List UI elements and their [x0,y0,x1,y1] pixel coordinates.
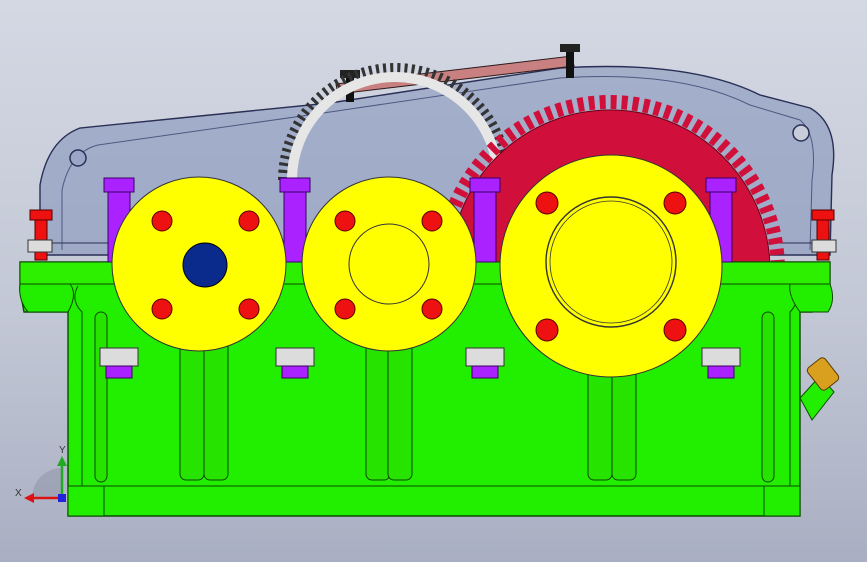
flange-nut [465,347,505,379]
inspection-screw-icon [566,52,574,78]
rib [203,339,229,481]
lifting-hole-icon [792,124,810,142]
side-nut [27,239,53,253]
cap-bolt-icon [334,298,356,320]
housing-foot [763,485,801,517]
cap-bolt-icon [334,210,356,232]
rib [761,311,775,483]
oil-plug[interactable] [799,356,840,421]
bearing-cap-intermediate[interactable] [301,176,477,352]
x-axis-label: X [15,488,22,499]
side-nut [811,239,837,253]
bearing-cap-input[interactable] [111,176,287,352]
y-axis-label: Y [59,445,66,456]
cap-bolt-icon [421,298,443,320]
bearing-cap-body [499,154,723,378]
housing-foot [67,485,105,517]
z-axis-icon [58,494,66,502]
input-shaft-icon [182,242,228,288]
rib [179,339,205,481]
y-axis-arrow-icon [57,456,67,466]
cap-bolt-icon [238,210,260,232]
flange-nut [701,347,741,379]
side-bolt [811,209,835,221]
axis-triad[interactable]: X Y [15,445,67,503]
flange-lug [19,283,74,313]
cap-bolt-icon [421,210,443,232]
cap-bolt-icon [238,298,260,320]
flange-nut [275,347,315,379]
rib [94,311,108,483]
cap-bolt-icon [663,318,687,342]
cap-bolt-icon [151,298,173,320]
inspection-screw-icon [560,44,580,52]
cap-bolt-icon [663,191,687,215]
gearbox-model-view[interactable]: X Y [0,0,867,562]
rib [387,339,413,481]
lifting-hole-icon [69,149,87,167]
triad-ground-icon [32,468,62,498]
rib [365,339,391,481]
side-bolt [29,209,53,221]
flange-nut [99,347,139,379]
bearing-cap-output[interactable] [499,154,723,378]
cap-bolt-icon [535,191,559,215]
bearing-cap-body [301,176,477,352]
x-axis-arrow-icon [24,493,34,503]
cap-bolt-icon [535,318,559,342]
cad-viewport[interactable]: X Y [0,0,867,562]
cap-bolt-icon [151,210,173,232]
